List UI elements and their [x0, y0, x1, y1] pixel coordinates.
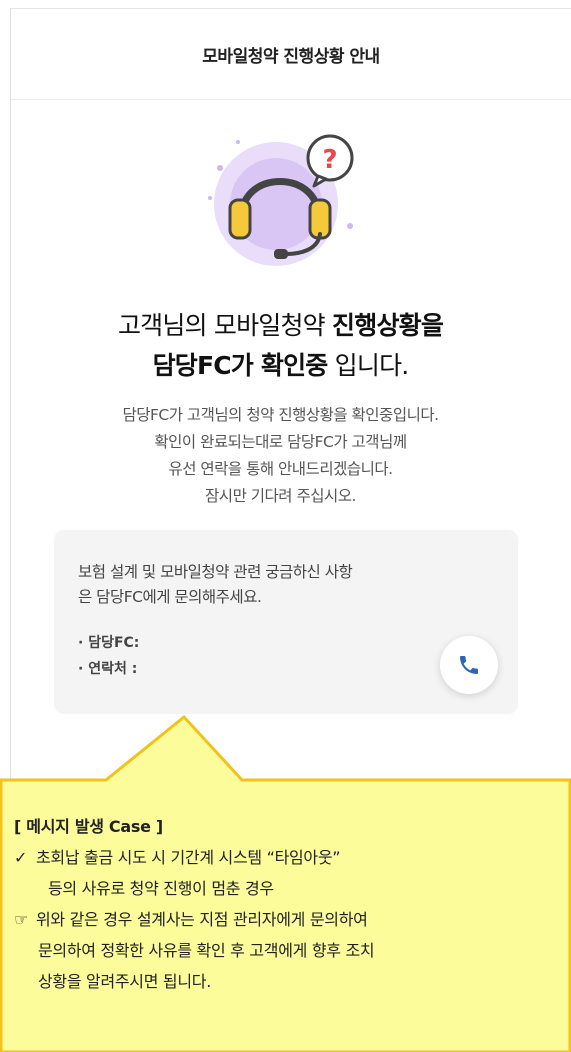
support-headset-icon: ? [208, 134, 354, 266]
call-fc-button[interactable] [440, 636, 498, 694]
description-line: 담당FC가 고객님의 청약 진행상황을 확인중입니다. [122, 406, 439, 424]
description-line: 잠시만 기다려 주십시오. [205, 487, 356, 505]
page-title: 모바일청약 진행상황 안내 [11, 9, 571, 100]
fc-contact-label: · 연락처 : [78, 661, 138, 677]
guide-note: 상황을 알려주시면 됩니다. [38, 972, 211, 991]
contact-guide-text: 보험 설계 및 모바일청약 관련 궁금하신 사항 은 담당FC에게 문의해주세요… [78, 560, 494, 610]
headline-text: 입니다. [327, 351, 410, 380]
contact-guide-line: 은 담당FC에게 문의해주세요. [78, 588, 262, 606]
case-callout: [ 메시지 발생 Case ] ✓ 초회납 출금 시도 시 기간계 시스템 “타임… [14, 812, 566, 997]
check-icon: ✓ [14, 848, 28, 867]
status-headline: 고객님의 모바일청약 진행상황을 담당FC가 확인중 입니다. [0, 306, 561, 386]
headline-text: 고객님의 모바일청약 [117, 311, 333, 340]
headline-emphasis: 진행상황을 [332, 311, 444, 340]
description-line: 유선 연락을 통해 안내드리겠습니다. [168, 460, 393, 478]
callout-title: [ 메시지 발생 Case ] [14, 817, 163, 836]
contact-guide-line: 보험 설계 및 모바일청약 관련 궁금하신 사항 [78, 563, 353, 581]
fc-contact-box: 보험 설계 및 모바일청약 관련 궁금하신 사항 은 담당FC에게 문의해주세요… [54, 530, 518, 714]
status-description: 담당FC가 고객님의 청약 진행상황을 확인중입니다. 확인이 완료되는대로 담… [0, 402, 561, 510]
svg-text:?: ? [322, 145, 337, 175]
fc-name-label: · 담당FC: [78, 635, 140, 651]
guide-note: 문의하여 정확한 사유를 확인 후 고객에게 향후 조치 [38, 941, 375, 960]
case-description: 초회납 출금 시도 시 기간계 시스템 “타임아웃” [36, 848, 341, 867]
description-line: 확인이 완료되는대로 담당FC가 고객님께 [154, 433, 407, 451]
case-description: 등의 사유로 청약 진행이 멈춘 경우 [48, 879, 274, 898]
headline-emphasis: 담당FC가 확인중 [152, 351, 329, 380]
phone-icon [460, 656, 478, 674]
guide-note: 위와 같은 경우 설계사는 지점 관리자에게 문의하여 [36, 910, 368, 929]
pointing-hand-icon: ☞ [14, 910, 29, 929]
